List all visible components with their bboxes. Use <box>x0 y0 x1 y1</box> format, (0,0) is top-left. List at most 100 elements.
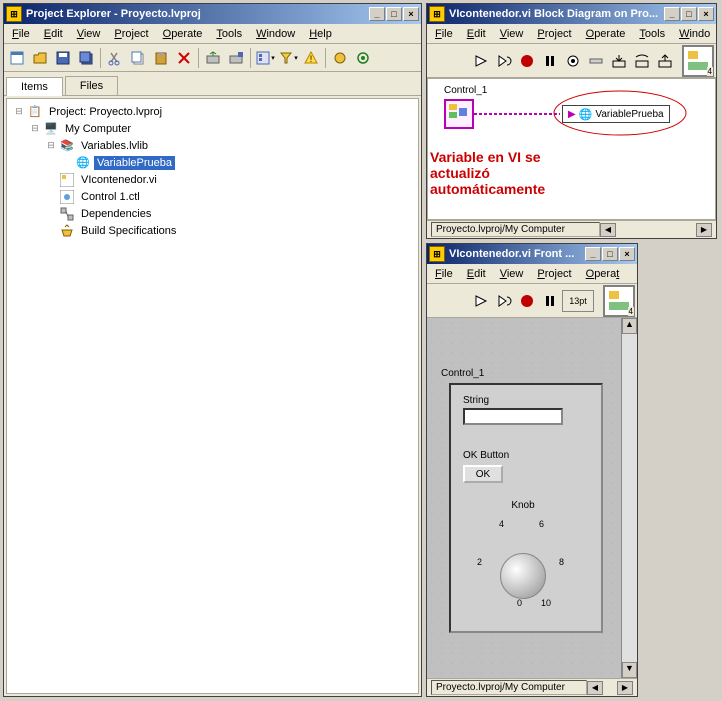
menu-operate[interactable]: Operate <box>157 26 209 42</box>
collapse-icon[interactable]: ⊟ <box>11 106 27 117</box>
deploy-button[interactable] <box>202 47 224 69</box>
fp-knob-dial[interactable] <box>500 553 546 599</box>
scroll-left[interactable]: ◀ <box>600 223 616 237</box>
menu-edit[interactable]: Edit <box>461 266 492 282</box>
save-all-button[interactable] <box>75 47 97 69</box>
retain-wire-button[interactable] <box>585 50 607 72</box>
menu-window[interactable]: Windo <box>673 26 716 42</box>
minimize-button[interactable]: _ <box>585 247 601 261</box>
vi-icon-pane[interactable]: 4 <box>603 285 635 317</box>
fp-string-input[interactable] <box>463 408 563 425</box>
delete-button[interactable] <box>173 47 195 69</box>
cut-button[interactable] <box>104 47 126 69</box>
tree-label-selected: VariablePrueba <box>94 156 175 170</box>
bd-titlebar[interactable]: ⊞ VIcontenedor.vi Block Diagram on Pro..… <box>427 4 716 24</box>
minimize-button[interactable]: _ <box>664 7 680 21</box>
bd-shared-variable-node[interactable]: ▶ 🌐 VariablePrueba <box>562 105 670 123</box>
menu-project[interactable]: Project <box>108 26 154 42</box>
tab-files[interactable]: Files <box>65 76 118 95</box>
menu-window[interactable]: Window <box>250 26 301 42</box>
menu-tools[interactable]: Tools <box>633 26 671 42</box>
close-button[interactable]: × <box>698 7 714 21</box>
fp-cluster-control[interactable]: String OK Button OK Knob 0 2 4 6 8 10 <box>449 383 603 633</box>
maximize-button[interactable]: □ <box>681 7 697 21</box>
abort-button[interactable] <box>516 290 538 312</box>
menu-help[interactable]: Help <box>303 26 338 42</box>
collapse-icon[interactable]: ⊟ <box>43 140 59 151</box>
tree-label: Project: Proyecto.lvproj <box>46 105 165 119</box>
scroll-right[interactable]: ▶ <box>696 223 712 237</box>
bd-toolbar: 4 <box>427 44 716 78</box>
menu-project[interactable]: Project <box>531 26 577 42</box>
fp-vertical-scrollbar[interactable]: ▲ ▼ <box>621 318 637 678</box>
minimize-button[interactable]: _ <box>369 7 385 21</box>
menu-edit[interactable]: Edit <box>38 26 69 42</box>
step-into-button[interactable] <box>608 50 630 72</box>
fp-canvas[interactable]: Control_1 String OK Button OK Knob 0 2 4 <box>427 318 637 678</box>
scroll-down[interactable]: ▼ <box>622 662 637 678</box>
bd-cluster-node[interactable] <box>444 99 474 129</box>
menu-file[interactable]: File <box>6 26 36 42</box>
pe-titlebar[interactable]: ⊞ Project Explorer - Proyecto.lvproj _ □… <box>4 4 421 24</box>
close-button[interactable]: × <box>403 7 419 21</box>
scc-button[interactable] <box>329 47 351 69</box>
menu-view[interactable]: View <box>494 26 530 42</box>
scroll-right[interactable]: ▶ <box>617 681 633 695</box>
scroll-up[interactable]: ▲ <box>622 318 637 334</box>
properties-button[interactable]: ▾ <box>254 47 276 69</box>
scroll-left[interactable]: ◀ <box>587 681 603 695</box>
tab-items[interactable]: Items <box>6 77 63 96</box>
knob-tick-2: 2 <box>477 557 482 567</box>
menu-tools[interactable]: Tools <box>210 26 248 42</box>
font-size-selector[interactable]: 13pt <box>562 290 594 312</box>
tree-variable-prueba[interactable]: 🌐 VariablePrueba <box>11 154 414 171</box>
step-over-button[interactable] <box>631 50 653 72</box>
pause-button[interactable] <box>539 50 561 72</box>
bd-wire[interactable] <box>474 113 560 115</box>
paste-button[interactable] <box>150 47 172 69</box>
highlight-button[interactable] <box>562 50 584 72</box>
fp-titlebar[interactable]: ⊞ VIcontenedor.vi Front ... _ □ × <box>427 244 637 264</box>
bd-canvas[interactable]: Control_1 ▶ 🌐 VariablePrueba Variable en… <box>427 78 716 220</box>
menu-operate[interactable]: Operate <box>580 26 632 42</box>
tree-variables-lib[interactable]: ⊟ 📚 Variables.lvlib <box>11 137 414 154</box>
menu-view[interactable]: View <box>71 26 107 42</box>
copy-button[interactable] <box>127 47 149 69</box>
collapse-icon[interactable]: ⊟ <box>27 123 43 134</box>
tree-build-specs[interactable]: Build Specifications <box>11 222 414 239</box>
warning-button[interactable]: ! <box>300 47 322 69</box>
tree-my-computer[interactable]: ⊟ 🖥️ My Computer <box>11 120 414 137</box>
run-continuous-button[interactable] <box>493 50 515 72</box>
menu-edit[interactable]: Edit <box>461 26 492 42</box>
fp-status-path: Proyecto.lvproj/My Computer <box>431 680 587 695</box>
fp-ok-button[interactable]: OK <box>463 465 503 483</box>
menu-view[interactable]: View <box>494 266 530 282</box>
vi-icon-pane[interactable]: 4 <box>682 45 714 77</box>
filter-button[interactable]: ▾ <box>277 47 299 69</box>
close-button[interactable]: × <box>619 247 635 261</box>
open-button[interactable] <box>29 47 51 69</box>
undeploy-button[interactable] <box>225 47 247 69</box>
tree-dependencies[interactable]: Dependencies <box>11 205 414 222</box>
save-button[interactable] <box>52 47 74 69</box>
fp-statusbar: Proyecto.lvproj/My Computer ◀ ▶ <box>427 678 637 696</box>
run-button[interactable] <box>470 290 492 312</box>
run-continuous-button[interactable] <box>493 290 515 312</box>
maximize-button[interactable]: □ <box>386 7 402 21</box>
menu-file[interactable]: File <box>429 26 459 42</box>
maximize-button[interactable]: □ <box>602 247 618 261</box>
knob-tick-6: 6 <box>539 519 544 529</box>
run-button[interactable] <box>470 50 492 72</box>
tree-label: Variables.lvlib <box>78 139 151 153</box>
pause-button[interactable] <box>539 290 561 312</box>
find-button[interactable] <box>352 47 374 69</box>
menu-operate[interactable]: Operat <box>580 266 626 282</box>
tree-vicontenedor[interactable]: VIcontenedor.vi <box>11 171 414 188</box>
menu-file[interactable]: File <box>429 266 459 282</box>
menu-project[interactable]: Project <box>531 266 577 282</box>
new-vi-button[interactable] <box>6 47 28 69</box>
tree-project-root[interactable]: ⊟ 📋 Project: Proyecto.lvproj <box>11 103 414 120</box>
step-out-button[interactable] <box>654 50 676 72</box>
abort-button[interactable] <box>516 50 538 72</box>
tree-control1[interactable]: Control 1.ctl <box>11 188 414 205</box>
